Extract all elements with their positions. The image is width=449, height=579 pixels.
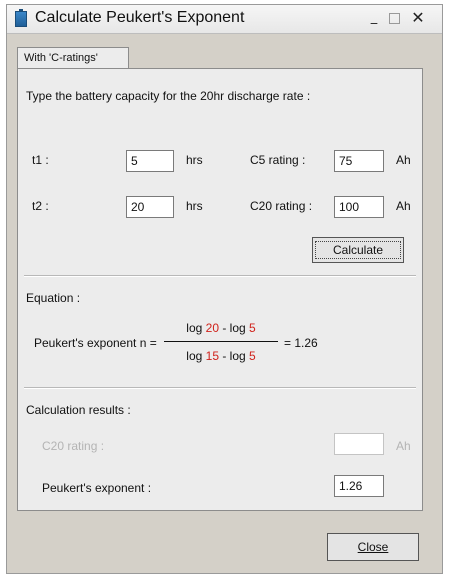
t1-label: t1 : — [32, 153, 49, 167]
c20-label: C20 rating : — [250, 199, 313, 213]
minimize-icon[interactable]: _ — [367, 11, 381, 25]
close-icon[interactable]: ✕ — [411, 10, 425, 26]
battery-icon — [15, 9, 27, 27]
numerator-value-b: 5 — [249, 321, 256, 335]
calculate-button-label: Calculate — [315, 241, 401, 259]
denominator-value-b: 5 — [249, 349, 256, 363]
c5-rating-input[interactable] — [334, 150, 384, 172]
instructions-text: Type the battery capacity for the 20hr d… — [26, 89, 311, 103]
tab-c-ratings[interactable]: With 'C-ratings' — [17, 47, 129, 69]
equation-denominator: log 15 - log 5 — [186, 349, 256, 363]
t2-input[interactable] — [126, 196, 174, 218]
c20-unit: Ah — [396, 199, 411, 213]
numerator-value-a: 20 — [205, 321, 219, 335]
c5-label: C5 rating : — [250, 153, 306, 167]
t2-label: t2 : — [32, 199, 49, 213]
equation-result: = 1.26 — [284, 336, 318, 350]
c5-unit: Ah — [396, 153, 411, 167]
result-c20-field — [334, 433, 384, 455]
divider — [24, 275, 416, 277]
dialog-window: Calculate Peukert's Exponent _ ✕ With 'C… — [6, 4, 443, 574]
window-title: Calculate Peukert's Exponent — [35, 9, 245, 26]
divider — [24, 387, 416, 389]
maximize-icon[interactable] — [389, 13, 400, 24]
result-c20-label: C20 rating : — [42, 439, 105, 453]
result-exponent-label: Peukert's exponent : — [42, 481, 152, 495]
tab-panel: Type the battery capacity for the 20hr d… — [17, 68, 423, 511]
results-section-label: Calculation results : — [26, 403, 131, 417]
equation-section-label: Equation : — [26, 291, 81, 305]
result-exponent-field[interactable] — [334, 475, 384, 497]
equation-prefix: Peukert's exponent n = — [34, 336, 157, 350]
t1-unit: hrs — [186, 153, 203, 167]
t2-unit: hrs — [186, 199, 203, 213]
equation-numerator: log 20 - log 5 — [186, 321, 256, 335]
fraction-bar — [164, 341, 278, 342]
title-bar[interactable]: Calculate Peukert's Exponent _ ✕ — [7, 5, 442, 34]
denominator-value-a: 15 — [205, 349, 219, 363]
result-c20-unit: Ah — [396, 439, 411, 453]
t1-input[interactable] — [126, 150, 174, 172]
c20-rating-input[interactable] — [334, 196, 384, 218]
close-button[interactable]: Close — [327, 533, 419, 561]
calculate-button[interactable]: Calculate — [312, 237, 404, 263]
equation-fraction: log 20 - log 5 log 15 - log 5 — [162, 321, 280, 365]
